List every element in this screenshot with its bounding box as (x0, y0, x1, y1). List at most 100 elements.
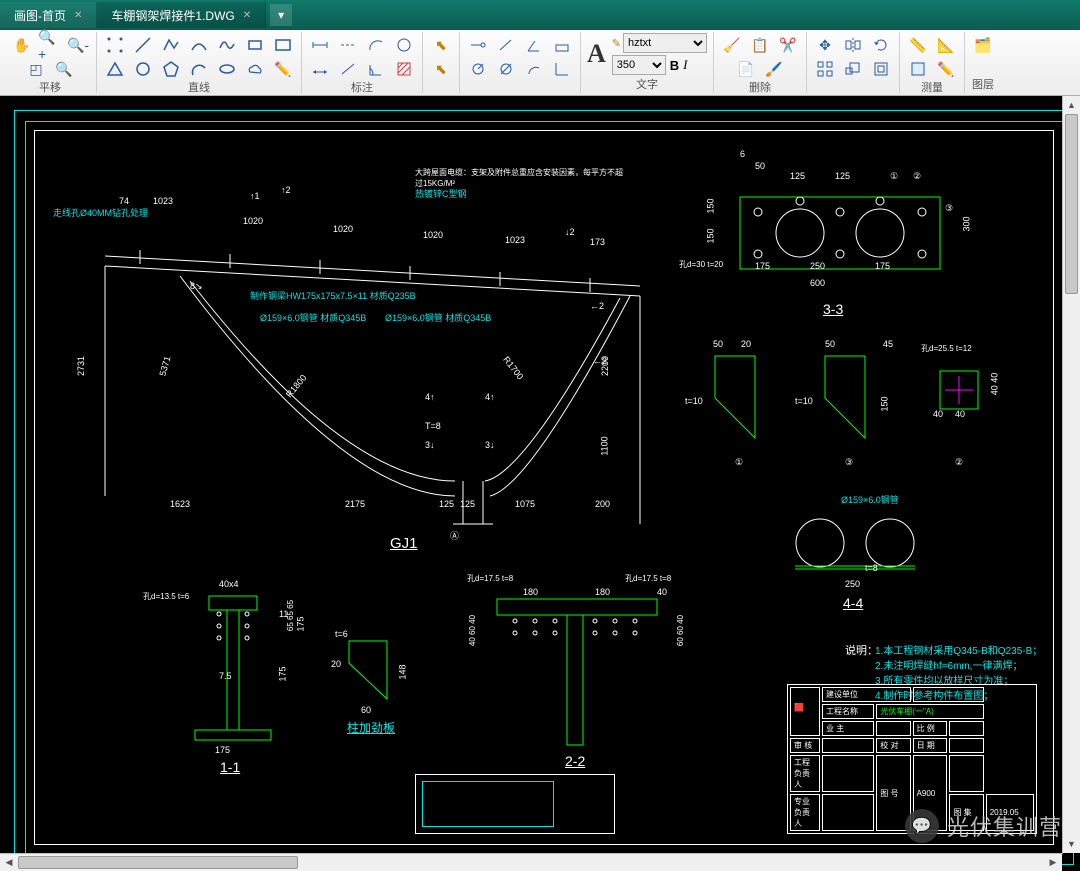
scrollbar-vertical[interactable]: ▲ ▼ (1062, 96, 1080, 853)
close-icon[interactable]: ✕ (74, 10, 82, 21)
scroll-right-icon[interactable]: ▶ (1044, 854, 1062, 871)
stiff-title: 柱加劲板 (347, 719, 395, 736)
dim-arc2-icon[interactable] (522, 57, 546, 81)
cut-icon[interactable]: ✂️ (776, 33, 800, 57)
dim-angle2-icon[interactable] (522, 33, 546, 57)
t8: T=8 (425, 421, 441, 431)
group-pan: ✋ 🔍+ 🔍- ◰ 🔍 平移 (4, 32, 97, 93)
copy-icon[interactable]: 📋 (748, 33, 772, 57)
group-label: 标注 (351, 81, 373, 95)
cloud-icon[interactable] (243, 57, 267, 81)
bold-button[interactable]: B (670, 58, 679, 73)
dim-coord-icon[interactable] (550, 57, 574, 81)
tab-file[interactable]: 车棚钢架焊接件1.DWG✕ (97, 2, 266, 28)
beam3: Ø159×6.0钢管 材质Q345B (385, 311, 491, 324)
italic-button[interactable]: I (683, 57, 687, 73)
scroll-left-icon[interactable]: ◀ (0, 854, 18, 871)
cursor-icon[interactable]: ⬉ (429, 33, 453, 57)
title-bar: 画图-首页✕ 车棚钢架焊接件1.DWG✕ ▾ (0, 0, 1080, 30)
font-select[interactable]: hztxt (623, 33, 707, 53)
frame-outer: 74 1023 1020 1020 1020 1023 173 2731 537… (14, 110, 1074, 865)
ellipse-icon[interactable] (215, 57, 239, 81)
scroll-down-icon[interactable]: ▼ (1063, 835, 1080, 853)
scale-icon[interactable] (841, 57, 865, 81)
dim-rad-icon[interactable] (466, 57, 490, 81)
line-icon[interactable] (131, 33, 155, 57)
sec33-svg (710, 167, 970, 307)
ruler-icon[interactable]: 📏 (906, 33, 930, 57)
paste-icon[interactable]: 📄 (734, 57, 758, 81)
point-icon[interactable] (103, 33, 127, 57)
group-dimtools (460, 32, 581, 93)
group-delete: 🧹 📋 ✂️ 📄 🖌️ 删除 (714, 32, 807, 93)
rect2-icon[interactable] (271, 33, 295, 57)
rotate-icon[interactable] (869, 33, 893, 57)
erase-icon[interactable]: 🧹 (720, 33, 744, 57)
zoom-extents-icon[interactable]: 🔍 (52, 57, 76, 81)
pan-hand-icon[interactable]: ✋ (10, 33, 34, 57)
cursor2-icon[interactable]: ⬉ (429, 57, 453, 81)
group-label: 文字 (636, 78, 658, 92)
note1: 1.本工程钢材采用Q345-B和Q235-B； (875, 642, 1042, 657)
dim-tool2-icon[interactable] (494, 33, 518, 57)
size-select[interactable]: 350 (612, 55, 666, 75)
dim-dia-icon[interactable] (494, 57, 518, 81)
dim-arc-icon[interactable] (364, 33, 388, 57)
scroll-thumb[interactable] (18, 856, 298, 869)
group-text: A ✎ hztxt 350 B I 文字 (581, 32, 714, 93)
drawing-canvas[interactable]: 74 1023 1020 1020 1020 1023 173 2731 537… (0, 96, 1080, 871)
dim-box-icon[interactable] (550, 33, 574, 57)
layers-icon[interactable]: 🗂️ (971, 33, 995, 57)
dim: 1023 (505, 235, 525, 245)
dim-h: 2731 (76, 356, 86, 376)
polyline-icon[interactable] (159, 33, 183, 57)
zoom-in-icon[interactable]: 🔍+ (38, 33, 62, 57)
text-icon[interactable]: A (587, 39, 606, 69)
group-dim: 标注 (302, 32, 423, 93)
dim-aligned-icon[interactable] (336, 57, 360, 81)
dim-w5: 1075 (515, 499, 535, 509)
pencil-icon[interactable]: ✏️ (271, 57, 295, 81)
gj1-title: GJ1 (390, 535, 418, 552)
hatch-icon[interactable] (392, 57, 416, 81)
dim: 1020 (423, 230, 443, 240)
area-icon[interactable] (906, 57, 930, 81)
scroll-up-icon[interactable]: ▲ (1063, 96, 1080, 114)
zoom-window-icon[interactable]: ◰ (24, 57, 48, 81)
array-icon[interactable] (813, 57, 837, 81)
zoom-out-icon[interactable]: 🔍- (66, 33, 90, 57)
circle-icon[interactable] (131, 57, 155, 81)
sec11-title: 1-1 (220, 759, 240, 775)
offset-icon[interactable] (869, 57, 893, 81)
polygon-icon[interactable] (159, 57, 183, 81)
close-icon[interactable]: ✕ (243, 10, 251, 21)
edit-icon[interactable]: ✏️ (934, 57, 958, 81)
scroll-thumb[interactable] (1065, 114, 1078, 294)
dim-circle-icon[interactable] (392, 33, 416, 57)
move-icon[interactable]: ✥ (813, 33, 837, 57)
triangle-icon[interactable] (103, 57, 127, 81)
mirror-icon[interactable] (841, 33, 865, 57)
new-tab-button[interactable]: ▾ (270, 4, 292, 26)
arc2-icon[interactable] (187, 57, 211, 81)
dim-w1: 1623 (170, 499, 190, 509)
ruler2-icon[interactable]: 📐 (934, 33, 958, 57)
dim-w4: 125 (460, 499, 475, 509)
tab-home[interactable]: 画图-首页✕ (0, 2, 97, 28)
spline-icon[interactable] (215, 33, 239, 57)
watermark: 💬 光伏集训营 (905, 809, 1062, 843)
dim-linear-icon[interactable] (308, 57, 332, 81)
dim-angle-icon[interactable] (364, 57, 388, 81)
rect-icon[interactable] (243, 33, 267, 57)
dim-tool1-icon[interactable] (466, 33, 490, 57)
scrollbar-horizontal[interactable]: ◀ ▶ (0, 853, 1062, 871)
group-label: 图层 (972, 78, 994, 92)
group-label: 直线 (188, 81, 210, 95)
dim-h-icon[interactable] (308, 33, 332, 57)
note2: 2.未注明焊缝hf=6mm,一律满焊； (875, 657, 1023, 672)
arc-icon[interactable] (187, 33, 211, 57)
notes-head: 说明： (845, 642, 878, 658)
style-icon: ✎ (612, 37, 621, 50)
brush-icon[interactable]: 🖌️ (762, 57, 786, 81)
dim-dash-icon[interactable] (336, 33, 360, 57)
